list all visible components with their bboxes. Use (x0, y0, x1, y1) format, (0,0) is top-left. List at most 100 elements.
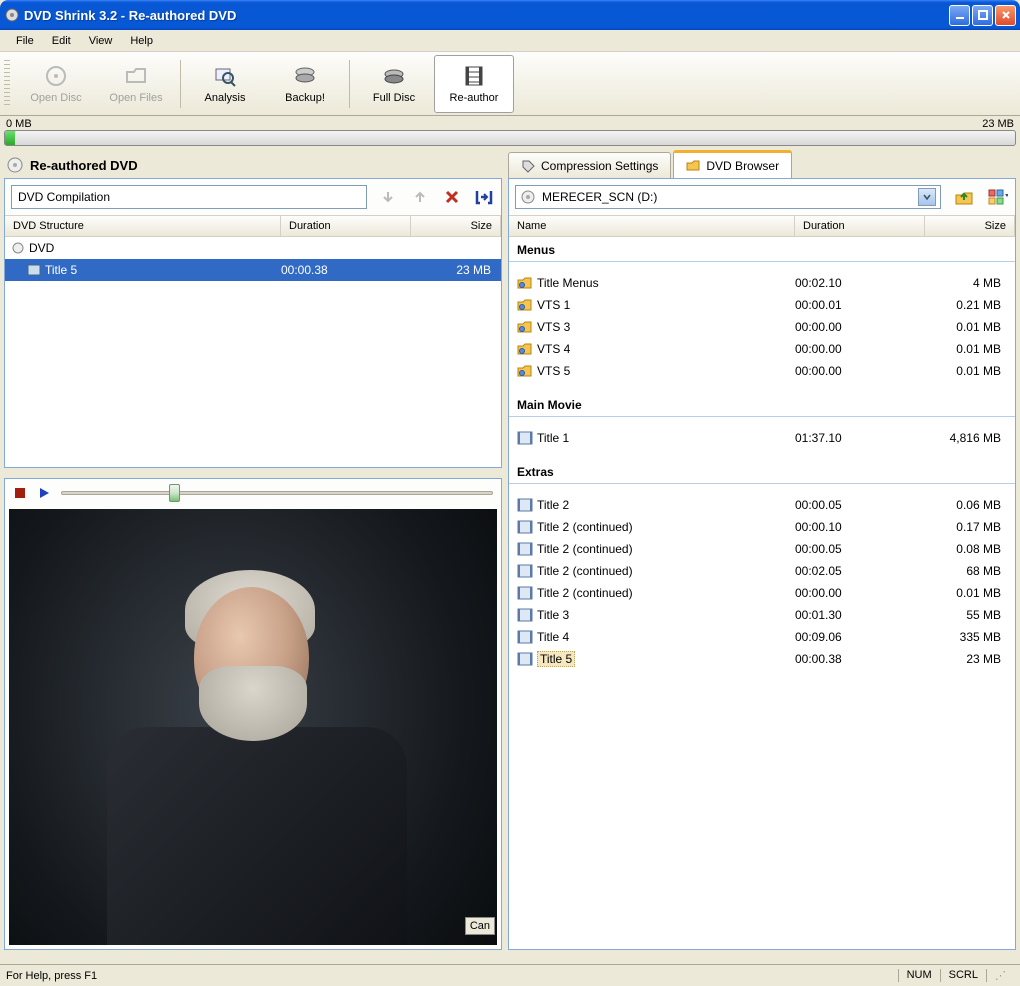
magnifier-icon (213, 64, 237, 88)
row-duration: 00:00.00 (795, 586, 925, 600)
toolbar-separator (180, 60, 181, 108)
cancel-button[interactable]: Can (465, 917, 495, 935)
browser-row[interactable]: Title 2 (continued)00:00.050.08 MB (509, 538, 1015, 560)
col-name[interactable]: Name (509, 216, 795, 236)
chevron-down-icon[interactable] (918, 188, 936, 206)
gauge-right-label: 23 MB (982, 118, 1014, 130)
browser-row[interactable]: Title Menus00:02.104 MB (509, 272, 1015, 294)
toolbar: Open Disc Open Files Analysis Backup! Fu… (0, 52, 1020, 116)
status-bar: For Help, press F1 NUM SCRL ⋰ (0, 964, 1020, 986)
full-disc-button[interactable]: Full Disc (354, 55, 434, 113)
menu-bar: File Edit View Help (0, 30, 1020, 52)
browser-row[interactable]: Title 5 00:00.3823 MB (509, 648, 1015, 670)
slider-thumb[interactable] (169, 484, 180, 502)
row-name: VTS 3 (537, 320, 570, 334)
disc-icon (6, 156, 24, 174)
browser-list[interactable]: MenusTitle Menus00:02.104 MBVTS 100:00.0… (509, 237, 1015, 949)
move-up-button[interactable] (409, 186, 431, 208)
row-name: Title 5 (537, 651, 575, 667)
drive-combo[interactable]: MERECER_SCN (D:) (515, 185, 941, 209)
reauthor-button[interactable]: Re-author (434, 55, 514, 113)
menu-edit[interactable]: Edit (44, 33, 79, 49)
menu-file[interactable]: File (8, 33, 42, 49)
delete-button[interactable] (441, 186, 463, 208)
row-duration: 00:00.38 (795, 652, 925, 666)
status-num: NUM (898, 969, 940, 982)
row-name: Title 4 (537, 630, 569, 644)
row-size: 4 MB (925, 276, 1015, 290)
tab-compression-label: Compression Settings (541, 159, 658, 173)
move-down-button[interactable] (377, 186, 399, 208)
browser-row[interactable]: Title 2 (continued)00:00.000.01 MB (509, 582, 1015, 604)
browser-row[interactable]: Title 2 (continued)00:02.0568 MB (509, 560, 1015, 582)
drive-label: MERECER_SCN (D:) (542, 190, 657, 204)
row-name: VTS 1 (537, 298, 570, 312)
tag-icon (521, 159, 535, 173)
tree-root[interactable]: DVD (5, 237, 501, 259)
open-files-label: Open Files (109, 92, 162, 104)
trim-button[interactable] (473, 186, 495, 208)
browser-row[interactable]: VTS 400:00.000.01 MB (509, 338, 1015, 360)
compilation-name-input[interactable] (11, 185, 367, 209)
row-name: Title 1 (537, 431, 569, 445)
open-files-button[interactable]: Open Files (96, 55, 176, 113)
toolbar-grip (4, 60, 10, 108)
row-duration: 00:00.10 (795, 520, 925, 534)
row-duration: 00:00.00 (795, 320, 925, 334)
col-duration[interactable]: Duration (281, 216, 411, 236)
preview-slider[interactable] (61, 484, 493, 502)
play-button[interactable] (37, 486, 51, 500)
browser-row[interactable]: Title 300:01.3055 MB (509, 604, 1015, 626)
up-folder-button[interactable] (953, 186, 975, 208)
row-size: 68 MB (925, 564, 1015, 578)
row-size: 335 MB (925, 630, 1015, 644)
resize-grip[interactable]: ⋰ (986, 969, 1014, 982)
size-gauge (4, 130, 1016, 146)
browser-row[interactable]: Title 400:09.06335 MB (509, 626, 1015, 648)
row-size: 0.21 MB (925, 298, 1015, 312)
browser-row[interactable]: VTS 3 00:00.000.01 MB (509, 316, 1015, 338)
window-title: DVD Shrink 3.2 - Re-authored DVD (24, 8, 949, 23)
backup-label: Backup! (285, 92, 325, 104)
tab-browser[interactable]: DVD Browser (673, 150, 792, 178)
preview-panel: Can (4, 478, 502, 950)
row-size: 23 MB (925, 652, 1015, 666)
col-size[interactable]: Size (411, 216, 501, 236)
browser-row[interactable]: Title 200:00.050.06 MB (509, 494, 1015, 516)
close-button[interactable] (995, 5, 1016, 26)
row-duration: 00:02.10 (795, 276, 925, 290)
folder-open-icon (124, 64, 148, 88)
tree-item-title5[interactable]: Title 5 00:00.38 23 MB (5, 259, 501, 281)
menu-help[interactable]: Help (122, 33, 161, 49)
analysis-button[interactable]: Analysis (185, 55, 265, 113)
minimize-button[interactable] (949, 5, 970, 26)
status-scrl: SCRL (940, 969, 986, 982)
stop-button[interactable] (13, 486, 27, 500)
menu-view[interactable]: View (81, 33, 121, 49)
browser-row[interactable]: VTS 100:00.010.21 MB (509, 294, 1015, 316)
app-icon (4, 7, 20, 23)
row-size: 0.01 MB (925, 320, 1015, 334)
col-structure[interactable]: DVD Structure (5, 216, 281, 236)
open-disc-button[interactable]: Open Disc (16, 55, 96, 113)
reauthor-label: Re-author (450, 92, 499, 104)
maximize-button[interactable] (972, 5, 993, 26)
tree-item-duration: 00:00.38 (281, 263, 411, 277)
row-name: Title 2 (continued) (537, 564, 633, 578)
structure-tree[interactable]: DVD Title 5 00:00.38 23 MB (5, 237, 501, 467)
row-size: 0.01 MB (925, 342, 1015, 356)
col-duration[interactable]: Duration (795, 216, 925, 236)
tab-compression[interactable]: Compression Settings (508, 152, 671, 178)
gauge-left-label: 0 MB (6, 118, 32, 130)
browser-row[interactable]: VTS 500:00.000.01 MB (509, 360, 1015, 382)
backup-button[interactable]: Backup! (265, 55, 345, 113)
row-duration: 00:00.05 (795, 542, 925, 556)
row-name: VTS 4 (537, 342, 570, 356)
group-header: Extras (509, 459, 1015, 484)
browser-row[interactable]: Title 101:37.104,816 MB (509, 427, 1015, 449)
size-gauge-labels: 0 MB 23 MB (0, 116, 1020, 130)
row-size: 0.06 MB (925, 498, 1015, 512)
view-options-button[interactable] (987, 186, 1009, 208)
browser-row[interactable]: Title 2 (continued)00:00.100.17 MB (509, 516, 1015, 538)
col-size[interactable]: Size (925, 216, 1015, 236)
